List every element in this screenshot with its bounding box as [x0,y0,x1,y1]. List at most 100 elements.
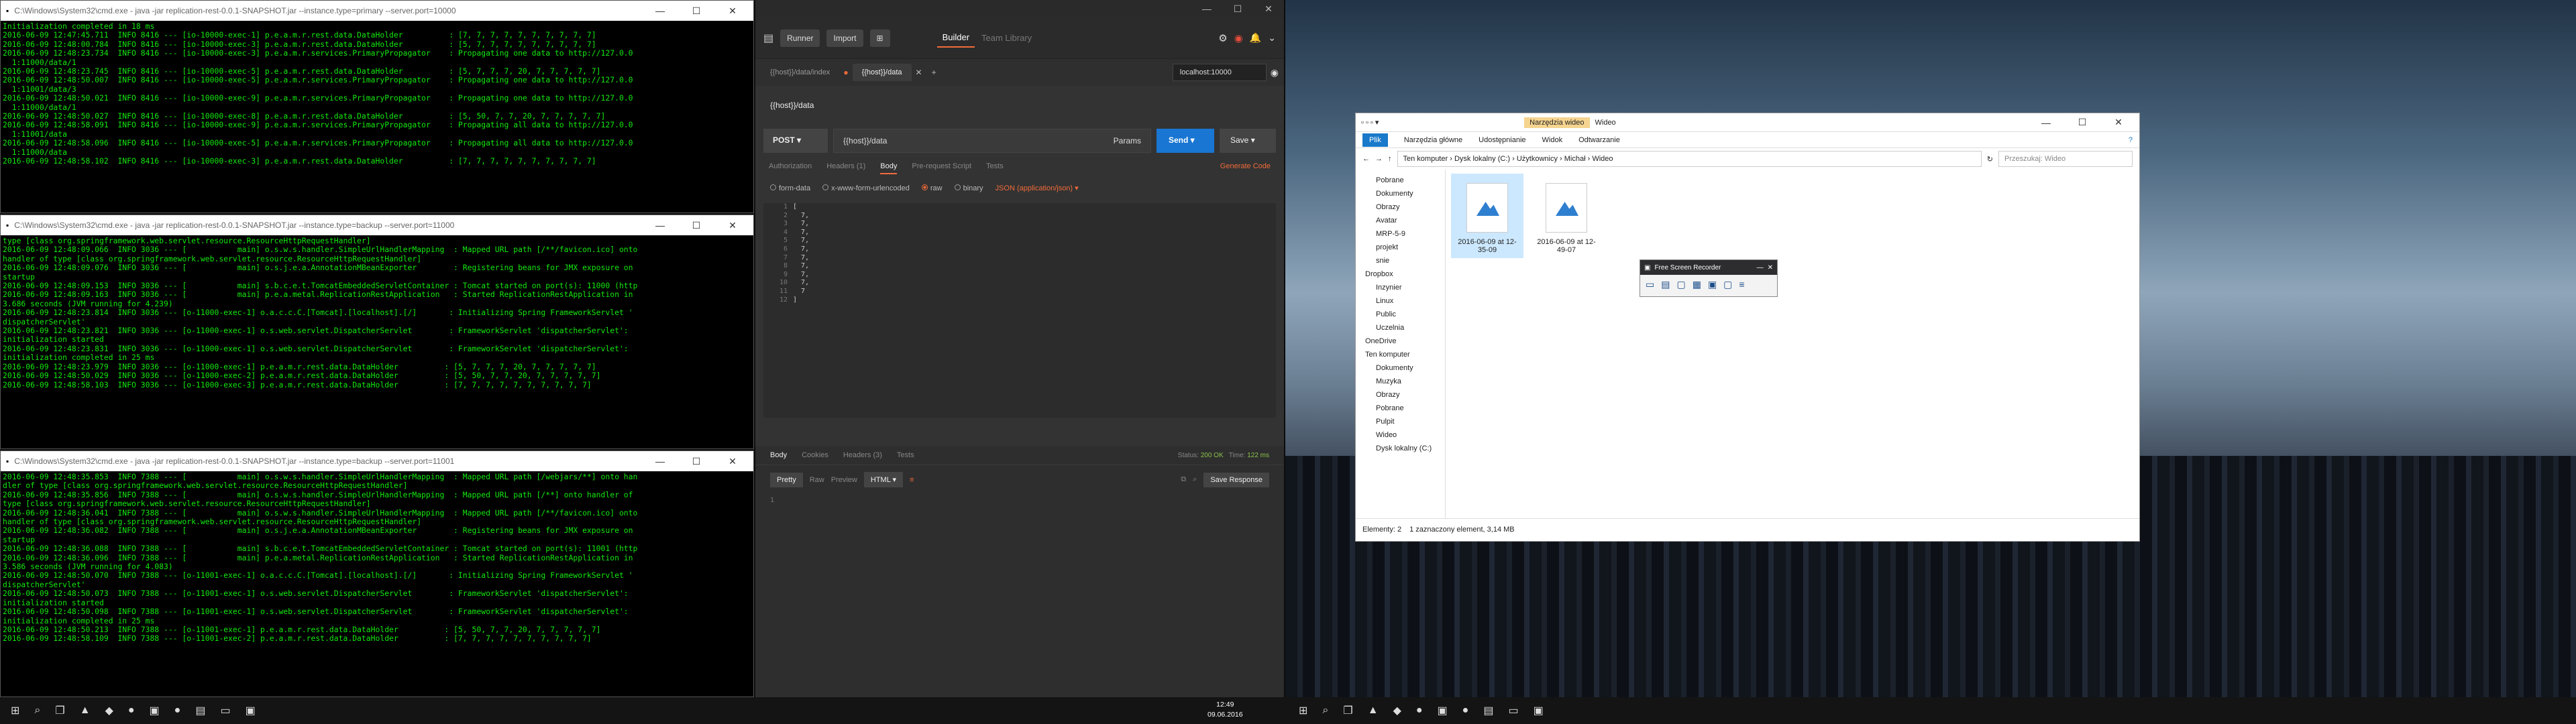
tab-pre-request-script[interactable]: Pre-request Script [912,162,971,174]
nav-item[interactable]: Avatar [1356,214,1445,227]
resp-tab-body[interactable]: Body [770,451,787,459]
terminal-icon[interactable]: ▤ [195,704,205,717]
search-input[interactable]: Przeszukaj: Wideo [1998,151,2133,167]
recorder-title-bar[interactable]: ▣ Free Screen Recorder — ✕ [1640,260,1777,275]
app-icon[interactable]: ● [174,705,181,717]
app-icon[interactable]: ▲ [1368,705,1379,717]
radio-urlencoded[interactable]: x-www-form-urlencoded [822,184,910,192]
help-icon[interactable]: ? [2129,136,2133,144]
editor-code[interactable]: [ 7, 7, 7, 7, 7, 7, 7, 7, 7, 7] [793,203,809,418]
tab-data[interactable]: {{host}}/data [852,64,912,81]
firefox-icon[interactable]: ● [128,705,135,717]
address-bar[interactable]: Ten komputer › Dysk lokalny (C:) › Użytk… [1397,151,1982,167]
close-button[interactable]: ✕ [717,456,748,467]
minimize-button[interactable]: — [2031,117,2061,128]
minimize-button[interactable]: — [645,5,676,16]
context-tab-video-tools[interactable]: Narzędzia wideo [1524,117,1590,128]
close-button[interactable]: ✕ [1253,3,1284,15]
send-button[interactable]: Send ▾ [1157,129,1214,153]
console-output[interactable]: Initialization completed in 18 ms 2016-06… [1,21,753,168]
menu-icon[interactable]: ≡ [1739,279,1744,290]
title-bar[interactable]: ▪ C:\Windows\System32\cmd.exe - java -jar… [1,451,753,471]
cmd-window-backup-11001[interactable]: ▪ C:\Windows\System32\cmd.exe - java -jar… [0,450,754,697]
title-bar[interactable]: ▪ C:\Windows\System32\cmd.exe - java -jar… [1,1,753,21]
add-tab-button[interactable]: + [926,68,942,77]
radio-raw[interactable]: raw [921,184,943,192]
ribbon-tab-play[interactable]: Odtwarzanie [1578,136,1620,144]
breadcrumb-item[interactable]: Użytkownicy [1517,155,1558,163]
nav-item[interactable]: Dokumenty [1356,187,1445,200]
tab-authorization[interactable]: Authorization [769,162,812,174]
screen-recorder-window[interactable]: ▣ Free Screen Recorder — ✕ ▭ ▤ ▢ ▦ ▣ ▢ ≡ [1640,259,1778,297]
terminal-icon[interactable]: ▤ [1483,704,1493,717]
content-type-select[interactable]: JSON (application/json) ▾ [996,184,1079,192]
tab-tests[interactable]: Tests [986,162,1004,174]
resp-tab-tests[interactable]: Tests [897,451,914,459]
view-raw[interactable]: Raw [810,476,824,484]
close-tab-icon[interactable]: ✕ [916,68,922,77]
ribbon-tab-view[interactable]: Widok [1542,136,1563,144]
maximize-button[interactable]: ☐ [681,456,712,467]
nav-item[interactable]: Linux [1356,294,1445,308]
store-icon[interactable]: ▣ [150,704,160,717]
resp-tab-headers[interactable]: Headers (3) [843,451,882,459]
file-item[interactable]: 2016-06-09 at 12-49-07 [1530,174,1603,258]
nav-item[interactable]: Dropbox [1356,267,1445,281]
eye-icon[interactable]: ◉ [1271,67,1279,78]
tab-headers[interactable]: Headers (1) [826,162,865,174]
copy-icon[interactable]: ⧉ [1181,475,1186,484]
minimize-button[interactable]: — [645,220,676,231]
console-output[interactable]: type [class org.springframework.web.serv… [1,235,753,391]
sidebar-toggle-icon[interactable]: ▤ [763,32,773,45]
title-bar[interactable]: — ☐ ✕ [755,0,1284,17]
maximize-button[interactable]: ☐ [1222,3,1253,15]
breadcrumb-item[interactable]: Dysk lokalny (C:) [1454,155,1510,163]
nav-item[interactable]: Pobrane [1356,174,1445,187]
nav-item[interactable]: Dokumenty [1356,361,1445,375]
environment-select[interactable]: localhost:10000 [1172,64,1267,81]
console-output[interactable]: 2016-06-09 12:48:35.853 INFO 7388 --- [ … [1,471,753,645]
record-object-icon[interactable]: ▦ [1693,279,1701,290]
team-library-tab[interactable]: Team Library [981,33,1032,43]
quick-access-icons[interactable]: ▫ ▫ ▫ ▾ [1361,118,1379,127]
nav-item[interactable]: Obrazy [1356,200,1445,214]
search-icon[interactable]: ⌕ [1322,705,1328,717]
nav-item[interactable]: projekt [1356,241,1445,254]
app-icon[interactable]: ▣ [246,704,256,717]
up-icon[interactable]: ↑ [1388,155,1392,163]
save-button[interactable]: Save ▾ [1220,129,1276,153]
response-body[interactable]: 1 [755,494,1284,507]
generate-code-link[interactable]: Generate Code [1220,162,1271,174]
nav-item[interactable]: Uczelnia [1356,321,1445,335]
system-clock[interactable]: 12:49 09.06.2016 [1208,700,1243,720]
settings-icon[interactable]: ⌄ [1268,32,1276,44]
sync-icon[interactable]: ◉ [1234,32,1243,44]
view-pretty[interactable]: Pretty [770,472,803,487]
start-icon[interactable]: ⊞ [1299,704,1307,717]
navigation-pane[interactable]: Pobrane Dokumenty Obrazy Avatar MRP-5-9 proje… [1356,170,1446,518]
explorer-icon[interactable]: ▭ [220,704,230,717]
record-area-icon[interactable]: ▣ [1708,279,1717,290]
back-icon[interactable]: ← [1362,155,1370,163]
ribbon-tab-home[interactable]: Narzędzia główne [1404,136,1462,144]
maximize-button[interactable]: ☐ [681,5,712,17]
ribbon-tab-file[interactable]: Plik [1362,133,1388,147]
app-icon[interactable]: ▲ [80,705,91,717]
cmd-window-backup-11000[interactable]: ▪ C:\Windows\System32\cmd.exe - java -jar… [0,215,754,449]
postman-window[interactable]: — ☐ ✕ ▤ Runner Import ⊞ Builder Team Libra… [755,0,1284,697]
record-webcam-icon[interactable]: ▢ [1723,279,1732,290]
nav-item[interactable]: OneDrive [1356,335,1445,348]
search-icon[interactable]: ⌕ [34,705,40,717]
nav-item[interactable]: Muzyka [1356,375,1445,388]
import-button[interactable]: Import [826,29,863,47]
resp-tab-cookies[interactable]: Cookies [802,451,828,459]
format-select[interactable]: HTML ▾ [863,472,903,487]
explorer-icon[interactable]: ▭ [1508,704,1518,717]
refresh-icon[interactable]: ↻ [1987,155,1993,164]
nav-item[interactable]: Wideo [1356,428,1445,442]
tab-body[interactable]: Body [880,162,898,174]
bell-icon[interactable]: 🔔 [1250,32,1261,44]
nav-item[interactable]: Public [1356,308,1445,321]
runner-button[interactable]: Runner [780,29,820,47]
params-button[interactable]: Params [1114,136,1141,145]
